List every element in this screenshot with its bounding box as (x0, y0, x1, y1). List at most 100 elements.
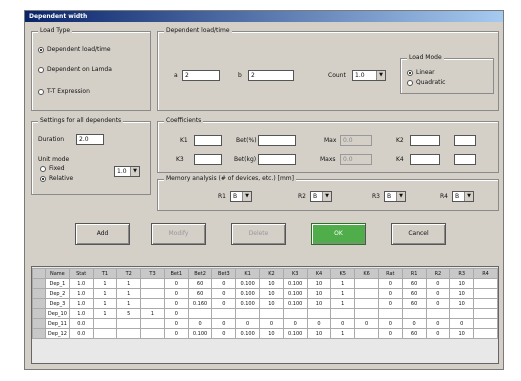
table-cell[interactable] (187, 308, 213, 319)
table-cell[interactable]: 5 (116, 308, 142, 319)
table-cell[interactable]: 0 (163, 308, 189, 319)
row-header[interactable] (32, 278, 46, 289)
add-button[interactable]: Add (75, 223, 130, 245)
table-cell[interactable]: 10 (449, 328, 475, 339)
table-cell[interactable]: 60 (401, 328, 427, 339)
table-cell[interactable] (140, 318, 165, 329)
table-row[interactable]: Dep_2 1.0 1 1 0 60 0 0.100 10 0.100 10 1 0 60 0 10 (32, 288, 498, 299)
table-cell[interactable]: 0.100 (235, 278, 261, 289)
table-cell[interactable]: 60 (401, 278, 427, 289)
table-cell[interactable] (473, 288, 498, 299)
table-cell[interactable]: 0 (377, 318, 403, 329)
table-cell[interactable]: 0.100 (282, 278, 308, 289)
row-header[interactable] (32, 298, 46, 309)
table-cell[interactable]: 0 (425, 318, 451, 329)
table-cell[interactable]: 1 (330, 278, 356, 289)
table-cell[interactable] (449, 308, 475, 319)
b-input[interactable]: 2 (248, 70, 294, 81)
table-cell[interactable]: 1 (330, 288, 356, 299)
table-cell[interactable] (92, 328, 118, 339)
column-header[interactable]: Bet3 (211, 268, 237, 279)
table-cell[interactable]: 1 (140, 308, 165, 319)
table-cell[interactable]: 60 (401, 288, 427, 299)
table-cell[interactable]: 0 (163, 288, 189, 299)
table-cell[interactable]: 0 (330, 318, 356, 329)
table-cell[interactable]: Dep_2 (45, 288, 70, 299)
column-header[interactable]: Rat (377, 268, 403, 279)
table-cell[interactable]: 1 (92, 308, 118, 319)
table-cell[interactable]: 0.100 (235, 328, 261, 339)
table-cell[interactable]: 0 (449, 318, 475, 329)
unit-combo[interactable]: 1.0 ▼ (114, 166, 140, 177)
column-header[interactable]: T3 (140, 268, 165, 279)
table-cell[interactable] (306, 308, 332, 319)
table-row[interactable]: Dep_1 1.0 1 1 0 60 0 0.100 10 0.100 10 1 0 60 0 10 (32, 278, 498, 289)
k2-extra-input[interactable] (454, 135, 476, 146)
table-cell[interactable] (140, 278, 165, 289)
results-table[interactable]: Name Stat T1 T2 T3 Bet1 Bet2 Bet3 K1 K2 K3 K4 K5 K6 Ra… (32, 268, 498, 339)
table-row[interactable]: Dep_12 0.0 0 0.100 0 0.100 10 0.100 10 1 0 60 0 10 (32, 328, 498, 339)
column-header[interactable]: Stat (68, 268, 94, 279)
table-cell[interactable]: 1 (116, 278, 142, 289)
table-cell[interactable]: 0 (163, 298, 189, 309)
table-cell[interactable]: 10 (306, 288, 332, 299)
r4-combo[interactable]: B ▼ (452, 191, 474, 202)
column-header[interactable]: R3 (449, 268, 475, 279)
column-header[interactable]: Bet1 (163, 268, 189, 279)
table-cell[interactable]: 10 (449, 278, 475, 289)
table-cell[interactable]: 0 (259, 318, 284, 329)
column-header[interactable]: K2 (259, 268, 284, 279)
table-cell[interactable]: 1.0 (68, 308, 94, 319)
table-cell[interactable]: 0 (306, 318, 332, 329)
table-cell[interactable]: 1.0 (68, 288, 94, 299)
table-cell[interactable] (211, 308, 237, 319)
table-row[interactable]: Dep_11 0.0 0 0 0 0 0 0 0 0 0 0 0 0 0 (32, 318, 498, 329)
table-cell[interactable]: Dep_10 (45, 308, 70, 319)
k4-input[interactable] (410, 154, 440, 165)
table-cell[interactable]: 10 (449, 288, 475, 299)
table-cell[interactable]: 0.100 (187, 328, 213, 339)
table-cell[interactable]: 0 (425, 298, 451, 309)
table-cell[interactable]: 0 (163, 278, 189, 289)
table-cell[interactable]: 60 (187, 288, 213, 299)
column-header[interactable]: T2 (116, 268, 142, 279)
table-cell[interactable] (473, 328, 498, 339)
radio-unit-fixed[interactable]: Fixed (40, 165, 65, 172)
row-header[interactable] (32, 318, 46, 329)
a-input[interactable]: 2 (182, 70, 220, 81)
table-cell[interactable]: 1.0 (68, 298, 94, 309)
radio-dependent-lamda[interactable]: Dependent on Lamda (38, 66, 112, 73)
table-cell[interactable]: 1 (92, 278, 118, 289)
table-cell[interactable] (235, 308, 261, 319)
table-cell[interactable]: 0 (163, 328, 189, 339)
table-cell[interactable] (473, 278, 498, 289)
table-cell[interactable]: 10 (259, 278, 284, 289)
table-cell[interactable]: 0 (377, 298, 403, 309)
table-cell[interactable]: 0 (282, 318, 308, 329)
table-cell[interactable] (140, 288, 165, 299)
table-cell[interactable]: 0 (211, 318, 237, 329)
column-header[interactable]: R2 (425, 268, 451, 279)
table-cell[interactable]: 0.160 (187, 298, 213, 309)
table-cell[interactable]: 0.100 (282, 288, 308, 299)
radio-unit-relative[interactable]: Relative (40, 175, 73, 182)
table-cell[interactable]: 0.100 (282, 298, 308, 309)
table-cell[interactable]: 10 (306, 328, 332, 339)
column-header[interactable]: K6 (354, 268, 379, 279)
radio-linear[interactable]: Linear (407, 69, 435, 76)
table-cell[interactable] (259, 308, 284, 319)
column-header[interactable]: K3 (282, 268, 308, 279)
table-cell[interactable]: 0 (425, 288, 451, 299)
table-cell[interactable] (473, 318, 498, 329)
table-row[interactable]: Dep_10 1.0 1 5 1 0 (32, 308, 498, 319)
table-cell[interactable]: 0 (425, 278, 451, 289)
table-cell[interactable] (425, 308, 451, 319)
column-header[interactable]: R4 (473, 268, 498, 279)
table-cell[interactable]: 1 (116, 298, 142, 309)
column-header[interactable]: Bet2 (187, 268, 213, 279)
k1-input[interactable] (194, 135, 222, 146)
k2-input[interactable] (410, 135, 440, 146)
table-cell[interactable] (354, 298, 379, 309)
table-cell[interactable]: 0.0 (68, 318, 94, 329)
table-cell[interactable] (116, 318, 142, 329)
